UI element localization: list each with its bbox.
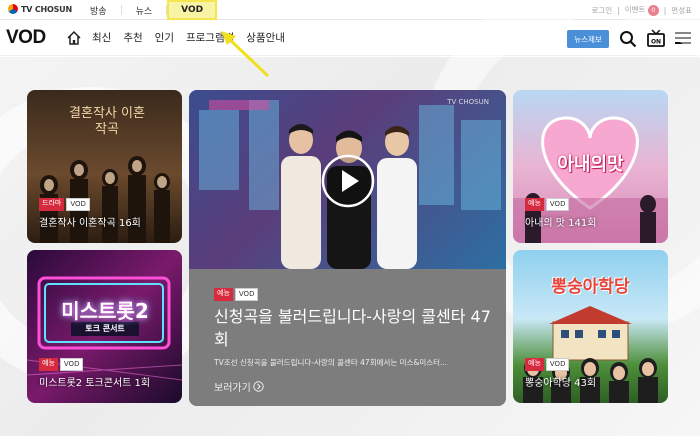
poster-subtitle-art: 토크 콘서트 — [85, 324, 125, 333]
topnav-vod[interactable]: VOD — [167, 0, 218, 20]
card-caption: 예능 VOD 아내의 맛 141회 — [525, 198, 596, 229]
vod-card-misstrot-concert[interactable]: 미스트롯2 토크 콘서트 예능 VOD 미스트롯2 토크콘서트 1회 — [27, 250, 182, 403]
vod-badge: VOD — [59, 358, 84, 371]
topnav-broadcast[interactable]: 방송 — [76, 0, 121, 20]
menu-latest[interactable]: 최신 — [92, 30, 111, 45]
vod-badge: VOD — [545, 358, 570, 371]
vod-card-bbongsunga-school[interactable]: 뽕숭아학당 예능 VOD 뽕숭아학당 43회 — [513, 250, 668, 403]
vod-badge: VOD — [545, 198, 570, 211]
card-title: 아내의 맛 141회 — [525, 218, 597, 229]
badge-group: 예능 VOD — [525, 198, 596, 211]
chevron-circle-right-icon — [253, 381, 264, 392]
menu-popular[interactable]: 인기 — [155, 30, 174, 45]
badge-group: 예능 VOD — [214, 288, 259, 301]
play-icon[interactable] — [321, 154, 375, 208]
badge-group: 예능 VOD — [39, 358, 150, 371]
vod-content: 결혼작사 이혼작곡 드라마 VOD 결혼작사 이혼작곡 16회 미스트롯2 토크… — [0, 0, 700, 436]
genre-badge: 예능 — [525, 358, 544, 371]
home-icon[interactable] — [66, 30, 82, 46]
card-title: 뽕숭아학당 43회 — [525, 378, 597, 389]
top-nav: 방송 뉴스 VOD — [76, 0, 218, 20]
card-caption: 예능 VOD 뽕숭아학당 43회 — [525, 358, 596, 389]
vod-page: TV CHOSUN 방송 뉴스 VOD 로그인 | 이벤트 0 | 편성표 VO… — [0, 0, 700, 436]
watch-link-label: 보러가기 — [214, 383, 251, 394]
topnav-news[interactable]: 뉴스 — [122, 0, 167, 20]
poster-title-art: 아내의맛 — [557, 154, 624, 175]
menu-products[interactable]: 상품안내 — [246, 30, 285, 45]
card-caption: 예능 VOD 미스트롯2 토크콘서트 1회 — [39, 358, 150, 389]
vod-card-marriage-divorce[interactable]: 결혼작사 이혼작곡 드라마 VOD 결혼작사 이혼작곡 16회 — [27, 90, 182, 243]
genre-badge: 예능 — [214, 288, 233, 301]
vod-badge: VOD — [234, 288, 259, 301]
tv-chosun-logo[interactable]: TV CHOSUN — [8, 4, 72, 14]
chosun-logo-icon — [8, 4, 18, 14]
watch-link[interactable]: 보러가기 — [214, 379, 264, 394]
vod-card-featured-love-callcenter[interactable]: TV CHOSUN 예능 VOD 신청곡을 불러드립니다-사랑의 콜센타 47회… — [189, 90, 506, 406]
poster-title-art: 뽕숭아학당 — [551, 277, 630, 297]
genre-badge: 드라마 — [39, 198, 65, 211]
genre-badge: 예능 — [525, 198, 544, 211]
badge-group: 예능 VOD — [525, 358, 596, 371]
menu-by-program[interactable]: 프로그램별 — [186, 30, 234, 45]
featured-description: TV조선 신청곡을 불러드립니다-사랑의 콜센타 47회에서는 미스&미스터..… — [214, 358, 448, 367]
poster-title-art: 미스트롯2 — [61, 299, 149, 323]
vod-badge: VOD — [66, 198, 90, 211]
card-title: 미스트롯2 토크콘서트 1회 — [39, 378, 151, 389]
card-caption: 드라마 VOD 결혼작사 이혼작곡 16회 — [39, 198, 141, 229]
featured-photo: TV CHOSUN — [189, 90, 506, 269]
vod-title[interactable]: VOD — [6, 27, 46, 49]
badge-group: 드라마 VOD — [39, 198, 141, 211]
menu-recommended[interactable]: 추천 — [123, 30, 142, 45]
category-menu: 최신 추천 인기 프로그램별 상품안내 — [92, 30, 285, 45]
featured-info-panel: 예능 VOD 신청곡을 불러드립니다-사랑의 콜센타 47회 TV조선 신청곡을… — [189, 269, 506, 406]
poster-title-art: 결혼작사 이혼작곡 — [69, 106, 145, 137]
watermark-text: TV CHOSUN — [446, 98, 489, 106]
logo-text: TV CHOSUN — [21, 4, 72, 14]
vod-card-taste-of-wife[interactable]: 아내의맛 예능 VOD 아내의 맛 141회 — [513, 90, 668, 243]
featured-title: 신청곡을 불러드립니다-사랑의 콜센타 47회 — [214, 307, 491, 349]
card-title: 결혼작사 이혼작곡 16회 — [39, 218, 141, 229]
genre-badge: 예능 — [39, 358, 58, 371]
